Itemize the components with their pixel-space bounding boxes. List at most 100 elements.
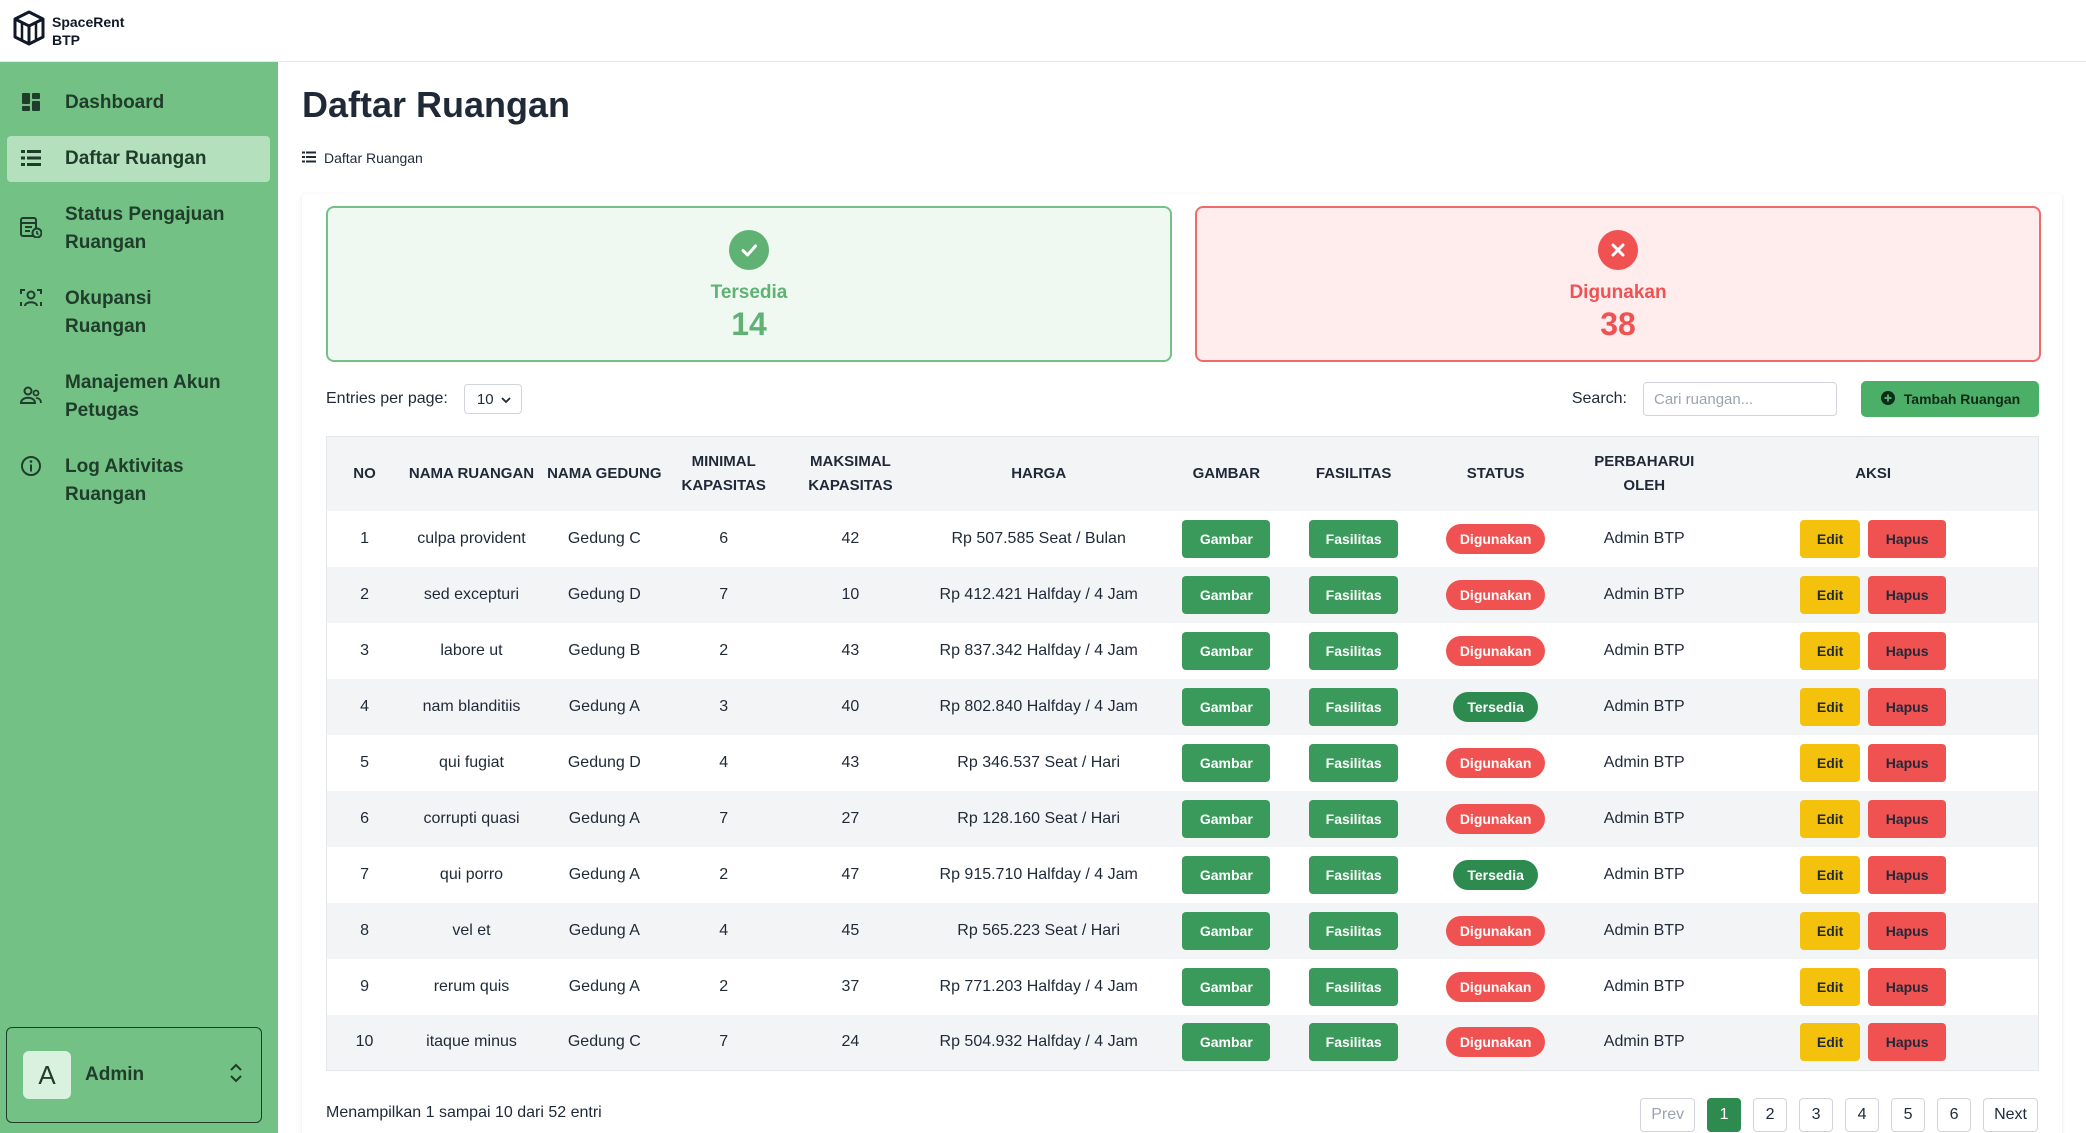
- cell-max-capacity: 10: [841, 585, 860, 603]
- cell-status: Digunakan: [1411, 567, 1580, 623]
- cell-max-capacity: 47: [841, 865, 860, 883]
- cell-no: 1: [360, 529, 369, 547]
- sidebar-item-manajemen-akun[interactable]: Manajemen Akun Petugas: [7, 360, 270, 434]
- cell-max-capacity: 27: [841, 809, 860, 827]
- edit-button[interactable]: Edit: [1800, 911, 1861, 950]
- breadcrumb: Daftar Ruangan: [302, 150, 423, 166]
- table-row: 2 sed excepturi Gedung D 7 10 Rp 412.421 Half…: [326, 566, 2039, 623]
- sidebar-item-daftar-ruangan[interactable]: Daftar Ruangan: [7, 136, 270, 182]
- dashboard-icon: [19, 90, 43, 114]
- cell-max-capacity: 24: [841, 1033, 860, 1051]
- entries-info: Menampilkan 1 sampai 10 dari 52 entri: [326, 1104, 602, 1121]
- image-button[interactable]: Gambar: [1182, 799, 1271, 838]
- edit-button[interactable]: Edit: [1800, 743, 1861, 782]
- delete-button[interactable]: Hapus: [1868, 911, 1947, 950]
- page-button[interactable]: 3: [1799, 1098, 1834, 1132]
- facilities-button[interactable]: Fasilitas: [1309, 687, 1399, 726]
- page-button[interactable]: 5: [1891, 1098, 1926, 1132]
- breadcrumb-label[interactable]: Daftar Ruangan: [324, 150, 423, 166]
- image-button[interactable]: Gambar: [1182, 519, 1271, 558]
- sidebar-item-okupansi[interactable]: Okupansi Ruangan: [7, 276, 270, 350]
- sidebar-item-label: Status Pengajuan Ruangan: [65, 204, 225, 253]
- edit-button[interactable]: Edit: [1800, 1023, 1861, 1062]
- table-row: 8 vel et Gedung A 4 45 Rp 565.223 Seat / Hari…: [326, 902, 2039, 959]
- facilities-button[interactable]: Fasilitas: [1309, 911, 1399, 950]
- table-header-row: NO NAMA RUANGAN NAMA GEDUNG MINIMAL KAPASIT…: [326, 436, 2039, 511]
- sidebar-item-log-aktivitas[interactable]: Log Aktivitas Ruangan: [7, 444, 270, 518]
- search-input[interactable]: [1643, 382, 1837, 416]
- cell-actions: Edit Hapus: [1708, 735, 2038, 791]
- facilities-button[interactable]: Fasilitas: [1309, 967, 1399, 1006]
- list-icon: [19, 146, 43, 170]
- delete-button[interactable]: Hapus: [1868, 575, 1947, 614]
- image-button[interactable]: Gambar: [1182, 1023, 1271, 1062]
- prev-page-button[interactable]: Prev: [1640, 1098, 1696, 1132]
- sidebar-item-dashboard[interactable]: Dashboard: [7, 80, 270, 126]
- facilities-button[interactable]: Fasilitas: [1309, 631, 1399, 670]
- facilities-button[interactable]: Fasilitas: [1309, 799, 1399, 838]
- facilities-button[interactable]: Fasilitas: [1309, 1023, 1399, 1062]
- cell-image: Gambar: [1156, 511, 1296, 567]
- image-button[interactable]: Gambar: [1182, 743, 1271, 782]
- cell-updated-by: Admin BTP: [1603, 753, 1685, 771]
- edit-button[interactable]: Edit: [1800, 967, 1861, 1006]
- cell-max-capacity: 37: [841, 977, 860, 995]
- cell-no: 9: [360, 977, 369, 995]
- edit-button[interactable]: Edit: [1800, 799, 1861, 838]
- stat-available-card: Tersedia 14: [326, 206, 1172, 362]
- facilities-button[interactable]: Fasilitas: [1309, 519, 1399, 558]
- add-room-label: Tambah Ruangan: [1903, 391, 2021, 407]
- delete-button[interactable]: Hapus: [1868, 967, 1947, 1006]
- chevron-up-down-icon: [229, 1063, 243, 1088]
- image-button[interactable]: Gambar: [1182, 911, 1271, 950]
- cell-updated-by: Admin BTP: [1603, 529, 1685, 547]
- cell-min-capacity: 4: [719, 921, 729, 939]
- page-button[interactable]: 1: [1707, 1098, 1742, 1132]
- page-button[interactable]: 4: [1845, 1098, 1880, 1132]
- cell-image: Gambar: [1156, 623, 1296, 679]
- entries-per-page-select[interactable]: 10: [463, 384, 522, 414]
- table-row: 7 qui porro Gedung A 2 47 Rp 915.710 Halfday …: [327, 847, 2039, 903]
- delete-button[interactable]: Hapus: [1868, 631, 1947, 670]
- delete-button[interactable]: Hapus: [1868, 855, 1947, 894]
- delete-button[interactable]: Hapus: [1868, 519, 1947, 558]
- add-room-button[interactable]: Tambah Ruangan: [1861, 381, 2039, 417]
- cell-image: Gambar: [1156, 959, 1296, 1015]
- cell-actions: Edit Hapus: [1708, 679, 2038, 735]
- image-button[interactable]: Gambar: [1182, 575, 1271, 614]
- page-button[interactable]: 6: [1937, 1098, 1972, 1132]
- facilities-button[interactable]: Fasilitas: [1309, 855, 1399, 894]
- image-button[interactable]: Gambar: [1182, 631, 1271, 670]
- chevron-down-icon: [501, 391, 511, 408]
- cell-image: Gambar: [1156, 679, 1296, 735]
- delete-button[interactable]: Hapus: [1868, 799, 1947, 838]
- sidebar-item-status-pengajuan[interactable]: Status Pengajuan Ruangan: [7, 192, 270, 266]
- column-header: NO: [353, 464, 376, 482]
- table-controls: Entries per page: 10 Search: Tambah Ruan…: [326, 381, 2039, 417]
- facilities-button[interactable]: Fasilitas: [1309, 743, 1399, 782]
- edit-button[interactable]: Edit: [1800, 631, 1861, 670]
- cell-min-capacity: 2: [719, 641, 729, 659]
- delete-button[interactable]: Hapus: [1868, 1023, 1947, 1062]
- edit-button[interactable]: Edit: [1800, 687, 1861, 726]
- table-row: 3 labore ut Gedung B 2 43 Rp 837.342 Halfday …: [327, 623, 2039, 679]
- user-menu[interactable]: A Admin: [6, 1027, 262, 1123]
- edit-button[interactable]: Edit: [1800, 519, 1861, 558]
- facilities-button[interactable]: Fasilitas: [1309, 575, 1399, 614]
- delete-button[interactable]: Hapus: [1868, 687, 1947, 726]
- delete-button[interactable]: Hapus: [1868, 743, 1947, 782]
- image-button[interactable]: Gambar: [1182, 855, 1271, 894]
- edit-button[interactable]: Edit: [1800, 575, 1861, 614]
- edit-button[interactable]: Edit: [1800, 855, 1861, 894]
- next-page-button[interactable]: Next: [1983, 1098, 2038, 1132]
- status-badge: Digunakan: [1445, 915, 1546, 946]
- cell-actions: Edit Hapus: [1708, 959, 2038, 1015]
- status-badge: Digunakan: [1445, 1027, 1546, 1058]
- app-logo[interactable]: SpaceRent BTP: [12, 10, 124, 51]
- image-button[interactable]: Gambar: [1182, 967, 1271, 1006]
- column-header: PERBAHARUI OLEH: [1594, 452, 1695, 494]
- cell-building: Gedung B: [568, 641, 641, 659]
- page-button[interactable]: 2: [1753, 1098, 1788, 1132]
- image-button[interactable]: Gambar: [1182, 687, 1271, 726]
- search-label: Search:: [1571, 390, 1627, 407]
